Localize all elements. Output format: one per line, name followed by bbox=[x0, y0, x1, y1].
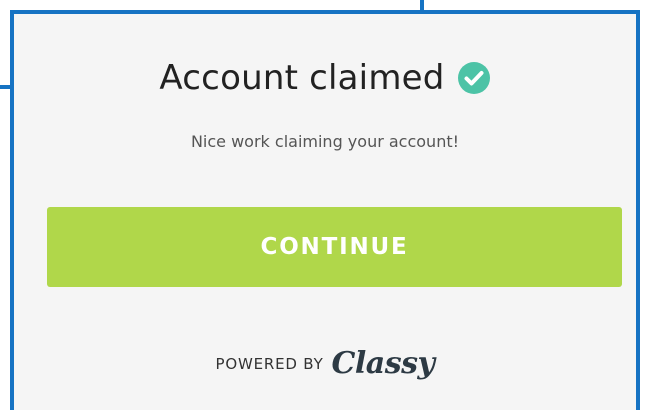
modal-subtitle: Nice work claiming your account! bbox=[190, 132, 460, 151]
powered-by: POWERED BY Classy bbox=[14, 346, 636, 381]
classy-logo: Classy bbox=[331, 346, 435, 381]
title-row: Account claimed bbox=[14, 58, 636, 98]
screen: Account claimed Nice work claiming your … bbox=[0, 0, 650, 410]
account-claimed-modal: Account claimed Nice work claiming your … bbox=[10, 10, 640, 410]
modal-title: Account claimed bbox=[159, 58, 445, 98]
powered-by-label: POWERED BY bbox=[215, 354, 324, 373]
continue-button[interactable]: CONTINUE bbox=[47, 207, 622, 287]
check-circle-icon bbox=[457, 61, 491, 95]
